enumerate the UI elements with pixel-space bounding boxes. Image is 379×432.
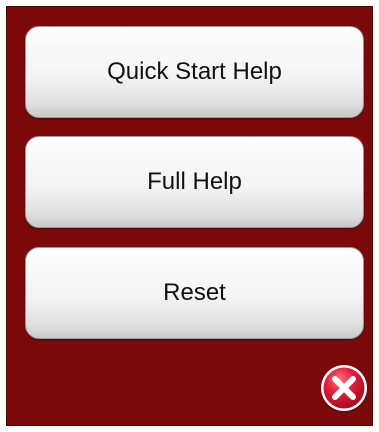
quick-start-help-label: Quick Start Help xyxy=(107,58,282,85)
help-menu-panel: Quick Start Help Full Help Reset xyxy=(6,6,373,426)
close-button[interactable] xyxy=(320,364,368,412)
close-icon xyxy=(321,365,367,411)
quick-start-help-button[interactable]: Quick Start Help xyxy=(25,26,364,118)
reset-button[interactable]: Reset xyxy=(25,247,364,339)
reset-label: Reset xyxy=(163,279,226,306)
full-help-button[interactable]: Full Help xyxy=(25,136,364,228)
full-help-label: Full Help xyxy=(147,168,242,195)
